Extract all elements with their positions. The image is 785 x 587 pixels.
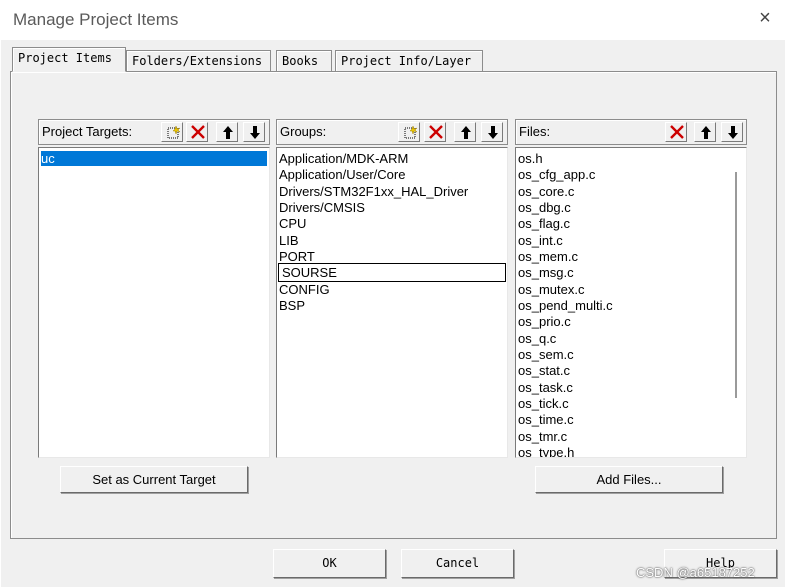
- groups-delete-button[interactable]: [424, 122, 446, 142]
- files-delete-button[interactable]: [665, 122, 687, 142]
- list-item[interactable]: os_int.c: [518, 233, 563, 248]
- move-up-icon: [223, 126, 233, 139]
- list-item[interactable]: os_mem.c: [518, 249, 578, 264]
- set-current-target-button[interactable]: Set as Current Target: [60, 466, 248, 493]
- tab-project-items[interactable]: Project Items: [12, 47, 126, 72]
- files-list[interactable]: os.h os_cfg_app.c os_core.c os_dbg.c os_…: [515, 147, 747, 458]
- list-item[interactable]: os_core.c: [518, 184, 574, 199]
- groups-label: Groups:: [280, 124, 327, 139]
- targets-move-up-button[interactable]: [216, 122, 238, 142]
- list-item[interactable]: os_flag.c: [518, 216, 570, 231]
- list-item[interactable]: Application/MDK-ARM: [279, 151, 408, 166]
- delete-icon: [670, 125, 684, 139]
- list-item[interactable]: os_stat.c: [518, 363, 570, 378]
- list-item[interactable]: os_sem.c: [518, 347, 574, 362]
- list-item[interactable]: os_tick.c: [518, 396, 569, 411]
- list-item[interactable]: os_mutex.c: [518, 282, 584, 297]
- watermark: CSDN @a65187252: [636, 565, 755, 580]
- project-targets-list[interactable]: uc: [38, 147, 270, 458]
- project-targets-label: Project Targets:: [42, 124, 133, 139]
- list-item-focused[interactable]: SOURSE: [278, 263, 506, 282]
- files-label: Files:: [519, 124, 551, 139]
- groups-new-button[interactable]: [398, 122, 420, 142]
- window-title: Manage Project Items: [13, 10, 179, 29]
- ok-button[interactable]: OK: [273, 549, 386, 578]
- list-item[interactable]: PORT: [279, 249, 315, 264]
- list-item[interactable]: os_pend_multi.c: [518, 298, 613, 313]
- cancel-button[interactable]: Cancel: [401, 549, 514, 578]
- new-item-icon: [404, 125, 418, 139]
- list-item[interactable]: Application/User/Core: [279, 167, 405, 182]
- files-move-up-button[interactable]: [694, 122, 716, 142]
- list-item[interactable]: os_prio.c: [518, 314, 571, 329]
- delete-icon: [191, 125, 205, 139]
- list-item[interactable]: Drivers/STM32F1xx_HAL_Driver: [279, 184, 468, 199]
- list-item[interactable]: uc: [41, 151, 267, 166]
- list-item[interactable]: os_dbg.c: [518, 200, 571, 215]
- move-up-icon: [701, 126, 711, 139]
- files-scrollbar[interactable]: [735, 172, 737, 398]
- files-move-down-button[interactable]: [721, 122, 743, 142]
- list-item[interactable]: os_msg.c: [518, 265, 574, 280]
- move-down-icon: [488, 126, 498, 139]
- list-item[interactable]: os_cfg_app.c: [518, 167, 595, 182]
- list-item[interactable]: Drivers/CMSIS: [279, 200, 365, 215]
- list-item[interactable]: os_tmr.c: [518, 429, 567, 444]
- list-item[interactable]: os.h: [518, 151, 543, 166]
- list-item[interactable]: BSP: [279, 298, 305, 313]
- move-up-icon: [461, 126, 471, 139]
- close-icon[interactable]: ×: [755, 7, 775, 30]
- targets-delete-button[interactable]: [186, 122, 208, 142]
- move-down-icon: [250, 126, 260, 139]
- groups-move-down-button[interactable]: [481, 122, 503, 142]
- list-item[interactable]: os_time.c: [518, 412, 574, 427]
- list-item[interactable]: os_type.h: [518, 445, 574, 457]
- groups-list[interactable]: Application/MDK-ARM Application/User/Cor…: [276, 147, 508, 458]
- list-item[interactable]: CPU: [279, 216, 306, 231]
- list-item[interactable]: os_q.c: [518, 331, 556, 346]
- title-bar: Manage Project Items ×: [0, 0, 785, 40]
- tab-books[interactable]: Books: [276, 50, 332, 71]
- list-item[interactable]: CONFIG: [279, 282, 330, 297]
- tab-folders-extensions[interactable]: Folders/Extensions: [126, 50, 271, 71]
- groups-header: Groups:: [276, 119, 508, 145]
- tab-project-info-layer[interactable]: Project Info/Layer: [335, 50, 483, 71]
- list-item[interactable]: LIB: [279, 233, 299, 248]
- new-item-icon: [167, 125, 181, 139]
- files-header: Files:: [515, 119, 747, 145]
- list-item[interactable]: os_task.c: [518, 380, 573, 395]
- delete-icon: [429, 125, 443, 139]
- move-down-icon: [728, 126, 738, 139]
- targets-move-down-button[interactable]: [243, 122, 265, 142]
- add-files-button[interactable]: Add Files...: [535, 466, 723, 493]
- groups-move-up-button[interactable]: [454, 122, 476, 142]
- targets-new-button[interactable]: [161, 122, 183, 142]
- project-targets-header: Project Targets:: [38, 119, 270, 145]
